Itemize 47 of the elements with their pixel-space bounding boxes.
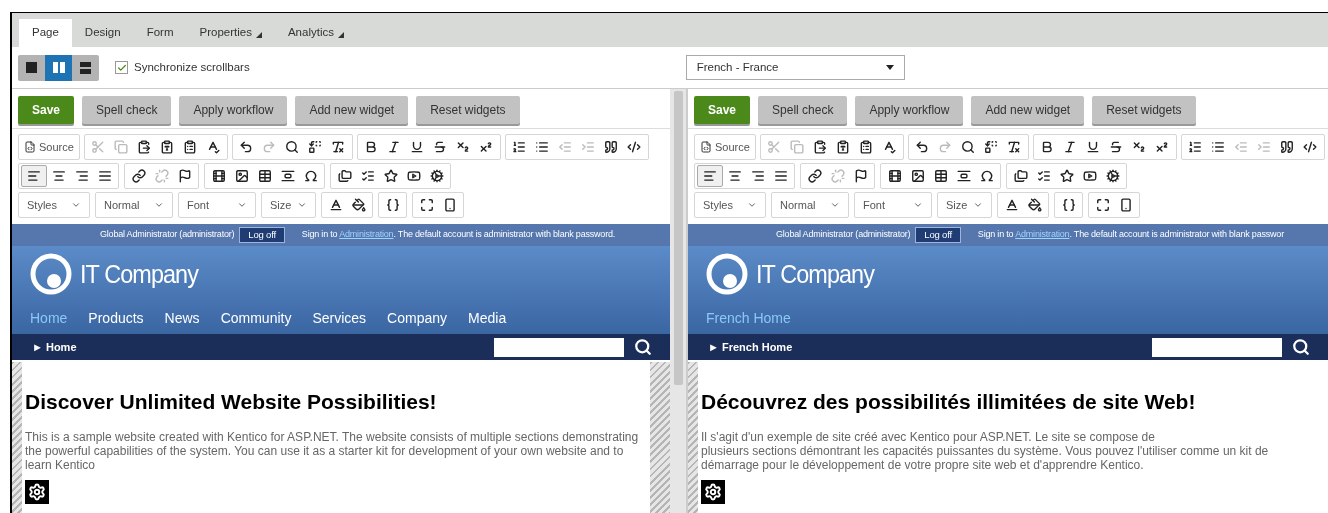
toolbar-button[interactable]: Spell check bbox=[82, 95, 172, 124]
tab[interactable]: Form bbox=[133, 19, 187, 47]
format-dropdown[interactable]: Styles bbox=[694, 192, 766, 218]
breadcrumb[interactable]: ► French Home bbox=[708, 338, 793, 356]
toolbar-button[interactable]: Reset widgets bbox=[416, 95, 520, 124]
format-dropdown[interactable]: Font bbox=[178, 192, 256, 218]
log-off-button[interactable]: Log off bbox=[915, 227, 961, 243]
checkbox-label: Synchronize scrollbars bbox=[134, 59, 250, 75]
language-select[interactable]: French - France bbox=[685, 55, 905, 80]
page-heading: Discover Unlimited Website Possibilities! bbox=[25, 389, 438, 415]
toolbar-button[interactable]: Save bbox=[694, 95, 751, 124]
format-dropdown[interactable]: Size bbox=[261, 192, 316, 218]
source-button[interactable]: Source bbox=[697, 138, 753, 156]
logo-text: IT Company bbox=[80, 257, 199, 291]
log-off-button[interactable]: Log off bbox=[239, 227, 285, 243]
tab[interactable]: Analytics bbox=[274, 19, 357, 47]
toolbar-button[interactable]: Reset widgets bbox=[1092, 95, 1196, 124]
toolbar-button[interactable]: Save bbox=[18, 95, 75, 124]
toolbar-button[interactable]: Apply workflow bbox=[179, 95, 288, 124]
source-button[interactable]: Source bbox=[21, 138, 77, 156]
toolbar-button[interactable]: Apply workflow bbox=[855, 95, 964, 124]
page-heading: Découvrez des possibilités illimitées de site Web! bbox=[701, 389, 1197, 415]
nav-link[interactable]: Company bbox=[387, 307, 448, 329]
format-dropdown[interactable]: Normal bbox=[771, 192, 849, 218]
logo-text: IT Company bbox=[756, 257, 875, 291]
nav-link[interactable]: Products bbox=[88, 307, 144, 329]
format-dropdown[interactable]: Styles bbox=[18, 192, 90, 218]
intro-paragraph: Il s'agit d'un exemple de site créé avec Kentico pour ASP.NET. Le site se compose de plusieurs sections démontrant les capacités puissantes du système. Vous pouvez l'utiliser comme un kit de démarrage pour le développement de votre propre site web et d'apprendre Kentico. bbox=[701, 429, 1270, 472]
breadcrumb[interactable]: ► Home bbox=[32, 338, 77, 356]
nav-link[interactable]: Community bbox=[220, 307, 292, 329]
intro-paragraph: This is a sample website created with Kentico for ASP.NET. The website consists of multiple sections demonstrating the powerful capabilities of the system. You can use it as a starter kit for development of your own website and to learn Kentico bbox=[25, 429, 640, 472]
sign-in-text: Sign in to Administration. The default account is administrator with blank password. bbox=[301, 228, 616, 242]
format-dropdown[interactable]: Font bbox=[854, 192, 932, 218]
user-name: Global Administrator (administrator) bbox=[100, 228, 235, 242]
tab[interactable]: Design bbox=[71, 19, 134, 47]
format-dropdown[interactable]: Size bbox=[937, 192, 992, 218]
toolbar-button[interactable]: Add new widget bbox=[971, 95, 1085, 124]
format-dropdown[interactable]: Normal bbox=[95, 192, 173, 218]
toolbar-button[interactable]: Add new widget bbox=[295, 95, 409, 124]
user-name: Global Administrator (administrator) bbox=[776, 228, 911, 242]
nav-link[interactable]: News bbox=[164, 307, 200, 329]
sign-in-text: Sign in to Administration. The default account is administrator with blank passwor bbox=[977, 228, 1284, 242]
tab[interactable]: Page bbox=[19, 19, 72, 47]
nav-link[interactable]: Services bbox=[312, 307, 367, 329]
tab[interactable]: Properties bbox=[186, 19, 275, 47]
toolbar-button[interactable]: Spell check bbox=[758, 95, 848, 124]
nav-link[interactable]: Media bbox=[468, 307, 507, 329]
